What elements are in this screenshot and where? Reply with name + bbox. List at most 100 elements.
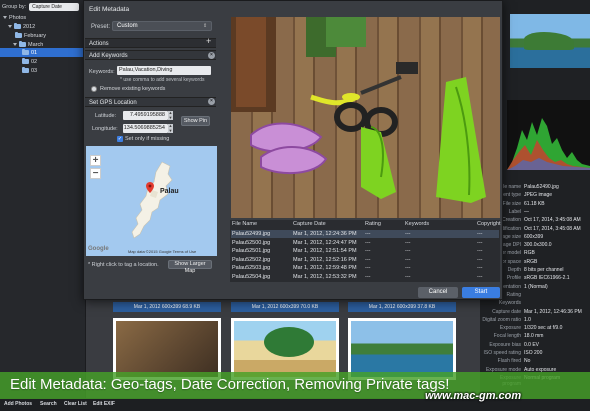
inspector-key: Keywords <box>499 300 521 307</box>
column-header-file-name[interactable]: File Name <box>232 221 257 227</box>
table-row[interactable]: Palau52501.jpg Mar 1, 2012, 12:51:54 PM --… <box>231 247 499 255</box>
inspector-value: 600x399 <box>524 233 544 240</box>
folder-icon <box>22 49 29 55</box>
start-button[interactable]: Start <box>462 287 500 298</box>
close-icon[interactable]: × <box>208 98 215 105</box>
inspector-value: 8 bits per channel <box>524 267 564 273</box>
table-cell-file: Palau52502.jpg <box>232 256 271 263</box>
column-header-capture-date[interactable]: Capture Date <box>293 221 326 227</box>
table-row[interactable]: Palau52499.jpg Mar 1, 2012, 12:24:36 PM --… <box>231 230 499 238</box>
group-by-label: Group by: <box>2 4 27 10</box>
table-cell-copyright: --- <box>477 248 483 254</box>
preset-label: Preset: <box>91 24 111 30</box>
site-watermark: www.mac-gm.com <box>425 390 522 402</box>
tree-item-label: 2012 <box>23 23 36 30</box>
zoom-out-button[interactable]: − <box>90 168 101 179</box>
tree-item-03[interactable]: 03 <box>22 66 37 75</box>
table-row[interactable]: Palau52504.jpg Mar 1, 2012, 12:53:32 PM --… <box>231 273 499 281</box>
tree-item-february[interactable]: February <box>15 31 46 40</box>
show-pin-button[interactable]: Show Pin <box>181 116 210 126</box>
tree-item-01[interactable]: 01 <box>0 48 85 57</box>
table-cell-keywords: --- <box>405 256 411 263</box>
table-cell-date: Mar 1, 2012, 12:51:54 PM <box>293 248 357 254</box>
palau-landmass <box>131 161 173 239</box>
tree-item-02[interactable]: 02 <box>22 57 37 66</box>
preset-select[interactable]: Custom <box>112 21 212 31</box>
tree-item-label: 02 <box>31 58 38 65</box>
show-larger-map-button[interactable]: Show Larger Map <box>168 260 212 274</box>
tree-item-photos[interactable]: Photos <box>3 13 26 22</box>
latitude-input[interactable]: 7.4959195888 <box>123 111 168 120</box>
column-header-keywords[interactable]: Keywords <box>405 221 429 227</box>
folder-icon <box>22 67 29 73</box>
photo-thumbnail[interactable] <box>113 318 221 380</box>
tree-item-label: 03 <box>31 67 38 74</box>
zoom-in-button[interactable]: + <box>90 155 101 166</box>
map-view[interactable] <box>86 146 217 256</box>
tree-item-2012[interactable]: 2012 <box>8 22 35 31</box>
add-action-button[interactable]: + <box>206 37 211 46</box>
inspector-row: Digital zoom ratio 1.0 <box>482 317 590 325</box>
inspector-value: Mar 1, 2012, 12:46:36 PM <box>524 308 582 315</box>
inspector-value: 0.0 EV <box>524 341 540 348</box>
longitude-input[interactable]: 134.5069885254 <box>123 124 168 133</box>
search-button[interactable]: Search <box>40 401 57 407</box>
group-by-select[interactable]: Capture Date <box>29 3 80 11</box>
table-cell-copyright: --- <box>477 273 483 280</box>
palm-tree-shape <box>264 327 314 357</box>
inspector-key: Capture date <box>492 308 521 315</box>
set-only-if-missing-checkbox[interactable]: ✓ <box>117 136 123 142</box>
inspector-row: ISO speed rating ISO 200 <box>482 350 590 358</box>
cancel-button[interactable]: Cancel <box>418 287 458 298</box>
disclosure-triangle-icon[interactable] <box>13 43 17 46</box>
photo-preview <box>231 17 500 218</box>
remove-existing-checkbox[interactable] <box>91 86 97 92</box>
inspector-value: 18.0 mm <box>524 333 544 340</box>
column-header-copyright[interactable]: Copyright <box>477 221 501 227</box>
table-cell-copyright: --- <box>477 256 483 263</box>
add-keywords-header: Add Keywords <box>85 50 216 60</box>
edit-exif-button[interactable]: Edit EXIF <box>93 401 115 407</box>
clear-list-button[interactable]: Clear List <box>64 401 87 407</box>
chevron-updown-icon: ⇕ <box>203 23 208 29</box>
column-header-rating[interactable]: Rating <box>365 221 381 227</box>
preview-illustration <box>231 17 486 203</box>
map-brand: Google <box>88 246 109 252</box>
table-row[interactable]: Palau52502.jpg Mar 1, 2012, 12:52:16 PM --… <box>231 256 499 264</box>
table-row[interactable]: Palau52503.jpg Mar 1, 2012, 12:59:48 PM --… <box>231 264 499 272</box>
inspector-value: sRGB <box>524 258 538 265</box>
folder-icon <box>19 41 26 47</box>
sidebar: Group by: Capture Date Photos 2012 Febru… <box>0 0 86 411</box>
photo-thumbnail[interactable] <box>348 318 456 380</box>
disclosure-triangle-icon[interactable] <box>3 16 7 19</box>
folder-icon <box>15 32 22 38</box>
inspector-key: Exposure bias <box>489 341 521 348</box>
thumbnail-caption: Mar 1, 2012 600x399 37.8 KB <box>348 302 456 312</box>
table-cell-keywords: --- <box>405 273 411 280</box>
table-cell-file: Palau52500.jpg <box>232 239 271 246</box>
keywords-input[interactable]: Palau,Vacation,Diving <box>117 66 211 75</box>
dialog-title: Edit Metadata <box>89 6 130 13</box>
keywords-hint: * use comma to add several keywords <box>120 77 205 83</box>
table-cell-file: Palau52503.jpg <box>232 265 271 271</box>
table-cell-date: Mar 1, 2012, 12:53:32 PM <box>293 273 357 280</box>
map-pin-icon[interactable] <box>146 182 154 193</box>
inspector-value: Palau52490.jpg <box>524 184 559 190</box>
disclosure-triangle-icon[interactable] <box>8 25 12 28</box>
photo-thumbnail[interactable] <box>231 318 339 380</box>
inspector-value: Oct 17, 2014, 3:45:08 AM <box>524 217 581 224</box>
close-icon[interactable]: × <box>208 52 215 59</box>
thumbnail-caption: Mar 1, 2012 600x399 70.0 KB <box>231 302 339 312</box>
table-cell-keywords: --- <box>405 239 411 246</box>
table-cell-rating: --- <box>365 273 371 280</box>
right-click-hint: * Right click to tag a location. <box>88 262 159 268</box>
table-row[interactable]: Palau52500.jpg Mar 1, 2012, 12:24:47 PM --… <box>231 239 499 247</box>
add-photos-button[interactable]: Add Photos <box>4 401 32 407</box>
latitude-stepper[interactable]: ▲ ▼ <box>168 110 173 120</box>
tree-item-label: February <box>24 32 47 39</box>
inspector-value: sRGB IEC61966-2.1 <box>524 275 570 282</box>
inspector-value: — <box>524 208 529 215</box>
longitude-stepper[interactable]: ▲ ▼ <box>168 123 173 133</box>
table-cell-date: Mar 1, 2012, 12:24:36 PM <box>293 231 357 237</box>
table-cell-copyright: --- <box>477 239 483 246</box>
